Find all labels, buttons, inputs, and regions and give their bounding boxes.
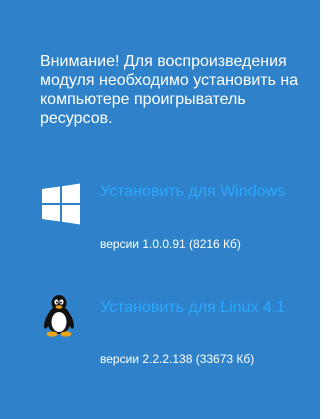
- windows-logo-icon: [42, 183, 80, 225]
- install-windows-link[interactable]: Установить для Windows: [100, 180, 315, 203]
- linux-version-text: версии 2.2.2.138 (33673 Кб): [100, 352, 255, 366]
- install-linux-link[interactable]: Установить для Linux 4.1: [100, 296, 315, 319]
- player-install-panel: Внимание! Для воспроизведения модуля нео…: [0, 0, 320, 419]
- windows-version-text: версии 1.0.0.91 (8216 Кб): [100, 237, 241, 251]
- install-warning-text: Внимание! Для воспроизведения модуля нео…: [40, 53, 299, 127]
- linux-tux-icon: [44, 295, 74, 337]
